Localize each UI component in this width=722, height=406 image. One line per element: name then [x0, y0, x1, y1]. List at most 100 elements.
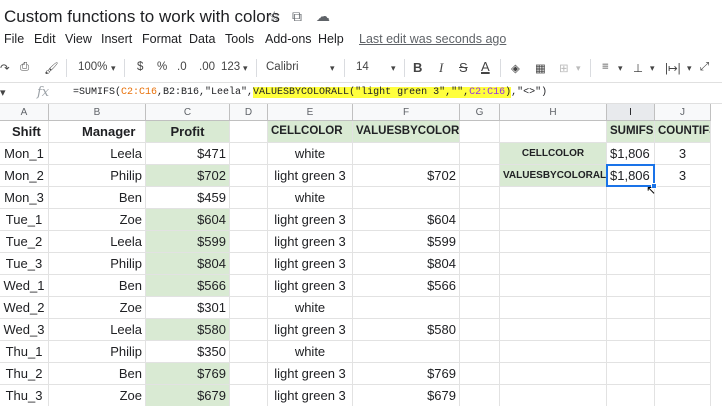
cellcolor-cell[interactable]: light green 3 [268, 253, 353, 275]
summary-label[interactable]: CELLCOLOR [500, 143, 607, 165]
empty-cell[interactable] [655, 341, 711, 363]
empty-cell[interactable] [460, 275, 500, 297]
empty-cell[interactable] [500, 363, 607, 385]
valuesbycolor-cell[interactable]: $769 [353, 363, 460, 385]
zoom-select[interactable]: 100% [78, 61, 107, 73]
empty-cell[interactable] [230, 385, 268, 406]
column-header-c[interactable]: C [146, 104, 230, 121]
more-formats-button[interactable]: 123 [221, 61, 240, 73]
empty-cell[interactable] [230, 165, 268, 187]
empty-cell[interactable] [500, 253, 607, 275]
empty-cell[interactable] [500, 209, 607, 231]
empty-cell[interactable] [460, 165, 500, 187]
menu-edit[interactable]: Edit [34, 32, 56, 46]
cellcolor-cell[interactable]: white [268, 187, 353, 209]
profit-cell[interactable]: $350 [146, 341, 230, 363]
empty-cell[interactable] [607, 209, 655, 231]
chevron-down-icon[interactable]: ▾ [391, 63, 396, 74]
cellcolor-cell[interactable]: white [268, 143, 353, 165]
empty-cell[interactable] [607, 319, 655, 341]
menu-format[interactable]: Format [142, 32, 182, 46]
shift-cell[interactable]: Thu_2 [0, 363, 49, 385]
valuesbycolor-cell[interactable]: $604 [353, 209, 460, 231]
profit-cell[interactable]: $804 [146, 253, 230, 275]
empty-cell[interactable] [460, 209, 500, 231]
manager-cell[interactable]: Philip [49, 253, 146, 275]
valuesbycolor-cell[interactable] [353, 297, 460, 319]
header-cell[interactable]: CELLCOLOR [268, 121, 353, 143]
shift-cell[interactable]: Mon_1 [0, 143, 49, 165]
valuesbycolor-cell[interactable]: $679 [353, 385, 460, 406]
empty-cell[interactable] [655, 275, 711, 297]
cellcolor-cell[interactable]: light green 3 [268, 165, 353, 187]
print-icon[interactable]: ⎙ [20, 61, 29, 74]
folder-move-icon[interactable]: ⧉ [292, 9, 302, 23]
empty-cell[interactable] [460, 187, 500, 209]
cellcolor-cell[interactable]: light green 3 [268, 363, 353, 385]
profit-cell[interactable]: $702 [146, 165, 230, 187]
merge-cells-icon[interactable]: ⊞ [559, 61, 569, 75]
manager-cell[interactable]: Zoe [49, 385, 146, 406]
manager-cell[interactable]: Philip [49, 165, 146, 187]
empty-cell[interactable] [500, 341, 607, 363]
manager-cell[interactable]: Philip [49, 341, 146, 363]
profit-cell[interactable]: $604 [146, 209, 230, 231]
manager-cell[interactable]: Ben [49, 187, 146, 209]
valuesbycolor-cell[interactable]: $702 [353, 165, 460, 187]
menu-data[interactable]: Data [189, 32, 215, 46]
column-header-d[interactable]: D [230, 104, 268, 121]
empty-cell[interactable] [460, 253, 500, 275]
empty-cell[interactable] [655, 209, 711, 231]
empty-cell[interactable] [230, 143, 268, 165]
empty-cell[interactable] [655, 385, 711, 406]
cellcolor-cell[interactable]: light green 3 [268, 231, 353, 253]
empty-cell[interactable] [607, 385, 655, 406]
empty-cell[interactable] [460, 297, 500, 319]
empty-cell[interactable] [655, 363, 711, 385]
empty-cell[interactable] [500, 275, 607, 297]
shift-cell[interactable]: Tue_1 [0, 209, 49, 231]
header-cell[interactable]: Manager [49, 121, 146, 143]
header-cell[interactable]: SUMIFS [607, 121, 655, 143]
valuesbycolor-cell[interactable] [353, 143, 460, 165]
chevron-down-icon[interactable]: ▾ [576, 63, 581, 74]
empty-cell[interactable] [655, 231, 711, 253]
manager-cell[interactable]: Leela [49, 231, 146, 253]
profit-cell[interactable]: $769 [146, 363, 230, 385]
empty-cell[interactable] [655, 253, 711, 275]
shift-cell[interactable]: Tue_3 [0, 253, 49, 275]
redo-icon[interactable]: ↷ [0, 61, 10, 75]
empty-cell[interactable] [230, 319, 268, 341]
empty-cell[interactable] [500, 121, 607, 143]
empty-cell[interactable] [607, 297, 655, 319]
profit-cell[interactable]: $580 [146, 319, 230, 341]
empty-cell[interactable] [230, 121, 268, 143]
cellcolor-cell[interactable]: white [268, 297, 353, 319]
cellcolor-cell[interactable]: light green 3 [268, 209, 353, 231]
empty-cell[interactable] [230, 341, 268, 363]
decrease-decimal-button[interactable]: .0 [177, 61, 187, 73]
text-rotation-icon[interactable]: ⤢ [700, 61, 709, 74]
empty-cell[interactable] [500, 319, 607, 341]
header-cell[interactable]: COUNTIFS [655, 121, 711, 143]
chevron-down-icon[interactable]: ▾ [330, 63, 335, 74]
horizontal-align-icon[interactable]: ≡ [602, 61, 609, 73]
menu-tools[interactable]: Tools [225, 32, 254, 46]
cellcolor-cell[interactable]: light green 3 [268, 275, 353, 297]
cell-reference-box[interactable]: ▾ [0, 86, 6, 99]
empty-cell[interactable] [230, 231, 268, 253]
empty-cell[interactable] [500, 187, 607, 209]
profit-cell[interactable]: $471 [146, 143, 230, 165]
column-header-e[interactable]: E [268, 104, 353, 121]
column-header-j[interactable]: J [655, 104, 711, 121]
cellcolor-cell[interactable]: white [268, 341, 353, 363]
menu-help[interactable]: Help [318, 32, 344, 46]
fill-color-icon[interactable]: ◈ [511, 61, 520, 75]
empty-cell[interactable] [607, 253, 655, 275]
empty-cell[interactable] [460, 363, 500, 385]
bold-button[interactable]: B [413, 60, 422, 75]
text-color-button[interactable]: A [481, 59, 490, 74]
cellcolor-cell[interactable]: light green 3 [268, 385, 353, 406]
profit-cell[interactable]: $566 [146, 275, 230, 297]
manager-cell[interactable]: Leela [49, 319, 146, 341]
